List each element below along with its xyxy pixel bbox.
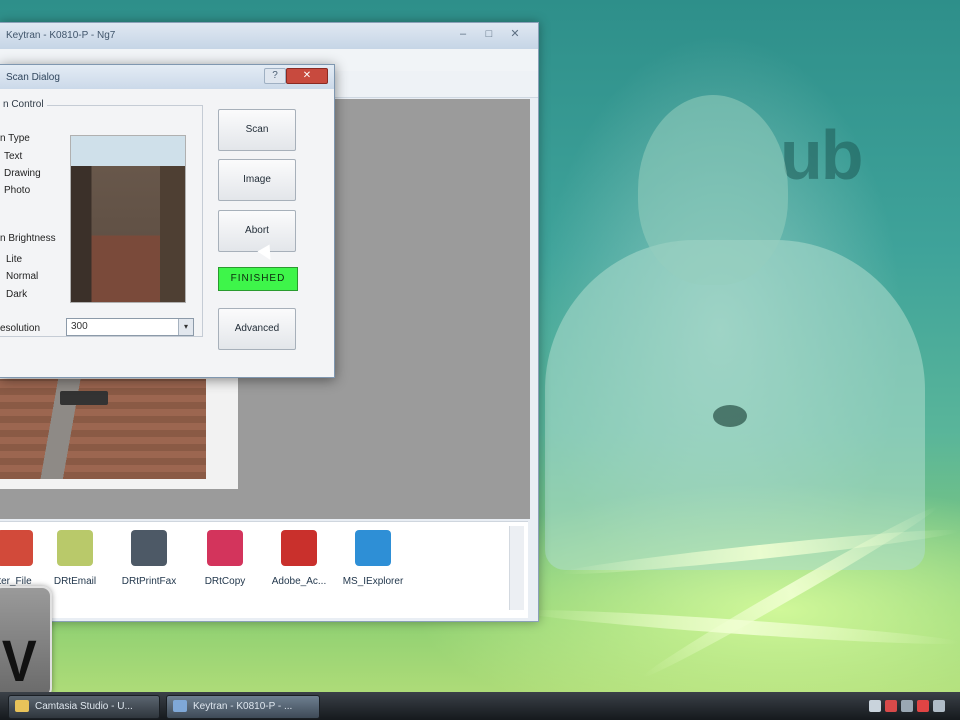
shortcut-iexplorer[interactable]: MS_IExplorer	[334, 530, 412, 587]
shortcut-printfax[interactable]: DRtPrintFax	[110, 530, 188, 587]
copy-icon	[207, 530, 243, 566]
help-button[interactable]: ?	[264, 68, 286, 84]
scan-button[interactable]: Scan	[218, 109, 296, 151]
shortcut-label: Adobe_Ac...	[271, 576, 327, 587]
minimize-button[interactable]: –	[452, 26, 474, 42]
advanced-button[interactable]: Advanced	[218, 308, 296, 350]
network-icon[interactable]	[869, 700, 881, 712]
internet-explorer-icon	[355, 530, 391, 566]
abort-button[interactable]: Abort	[218, 210, 296, 252]
wallpaper-swoosh	[520, 604, 960, 650]
shortcut-label: DRtCopy	[204, 576, 246, 587]
shortcut-copy[interactable]: DRtCopy	[186, 530, 264, 587]
scanned-preview-frame	[0, 369, 238, 489]
watermark-logo-letter: V	[1, 629, 37, 694]
volume-icon[interactable]	[901, 700, 913, 712]
system-tray	[865, 695, 960, 717]
main-titlebar[interactable]: Keytran - K0810-P - Ng7 – □ ✕	[0, 23, 538, 49]
shortcut-label: MS_IExplorer	[342, 576, 404, 587]
resolution-value: 300	[71, 321, 88, 332]
recording-icon[interactable]	[917, 700, 929, 712]
close-button[interactable]: ✕	[504, 26, 526, 42]
email-icon	[57, 530, 93, 566]
background-logo: ub	[780, 116, 864, 194]
shortcut-adobe[interactable]: Adobe_Ac...	[260, 530, 338, 587]
taskbar-item-keytran[interactable]: Keytran - K0810-P - ...	[166, 695, 320, 719]
type-option-photo[interactable]: Photo	[4, 185, 30, 196]
pdf-icon	[281, 530, 317, 566]
app-icon	[173, 700, 187, 713]
resolution-select[interactable]: 300 ▾	[66, 318, 194, 336]
security-icon[interactable]	[885, 700, 897, 712]
taskbar-item-label: Camtasia Studio - U...	[35, 701, 133, 712]
maximize-button[interactable]: □	[478, 26, 500, 42]
type-label: n Type	[0, 133, 30, 144]
microphone-icon	[713, 405, 747, 427]
shortcut-scrollbar[interactable]	[509, 526, 524, 610]
status-indicator: FINISHED	[218, 267, 298, 291]
scan-dialog-title: Scan Dialog	[6, 72, 60, 83]
scan-dialog: Scan Dialog ? ✕ n Control n Type Text Dr…	[0, 64, 335, 378]
brightness-option-dark[interactable]: Dark	[6, 289, 27, 300]
taskbar: Camtasia Studio - U... Keytran - K0810-P…	[0, 692, 960, 720]
scanned-preview-image	[0, 379, 206, 479]
folder-icon	[15, 700, 29, 713]
type-option-text[interactable]: Text	[4, 151, 22, 162]
shortcut-label: DRtPrintFax	[121, 576, 177, 587]
dialog-close-button[interactable]: ✕	[286, 68, 328, 84]
file-icon	[0, 530, 33, 566]
clock-icon[interactable]	[933, 700, 945, 712]
brightness-option-normal[interactable]: Normal	[6, 271, 38, 282]
type-option-drawing[interactable]: Drawing	[4, 168, 41, 179]
shortcut-label: DRtEmail	[53, 576, 97, 587]
brightness-option-lite[interactable]: Lite	[6, 254, 22, 265]
printer-icon	[131, 530, 167, 566]
scan-control-legend: n Control	[0, 99, 47, 110]
shortcut-panel: ter_File DRtEmail DRtPrintFax DRtCopy Ad…	[0, 521, 528, 618]
scan-dialog-titlebar[interactable]: Scan Dialog ? ✕	[0, 65, 334, 89]
taskbar-item-label: Keytran - K0810-P - ...	[193, 701, 293, 712]
shortcut-email[interactable]: DRtEmail	[36, 530, 114, 587]
preview-image-detail	[60, 391, 108, 405]
presenter-video-head	[638, 95, 788, 285]
resolution-label: esolution	[0, 323, 41, 334]
scan-thumbnail-image	[70, 135, 186, 303]
chevron-down-icon[interactable]: ▾	[178, 319, 193, 335]
main-window-title: Keytran - K0810-P - Ng7	[6, 30, 116, 41]
taskbar-item-camtasia[interactable]: Camtasia Studio - U...	[8, 695, 160, 719]
brightness-label: n Brightness	[0, 233, 56, 244]
image-button[interactable]: Image	[218, 159, 296, 201]
